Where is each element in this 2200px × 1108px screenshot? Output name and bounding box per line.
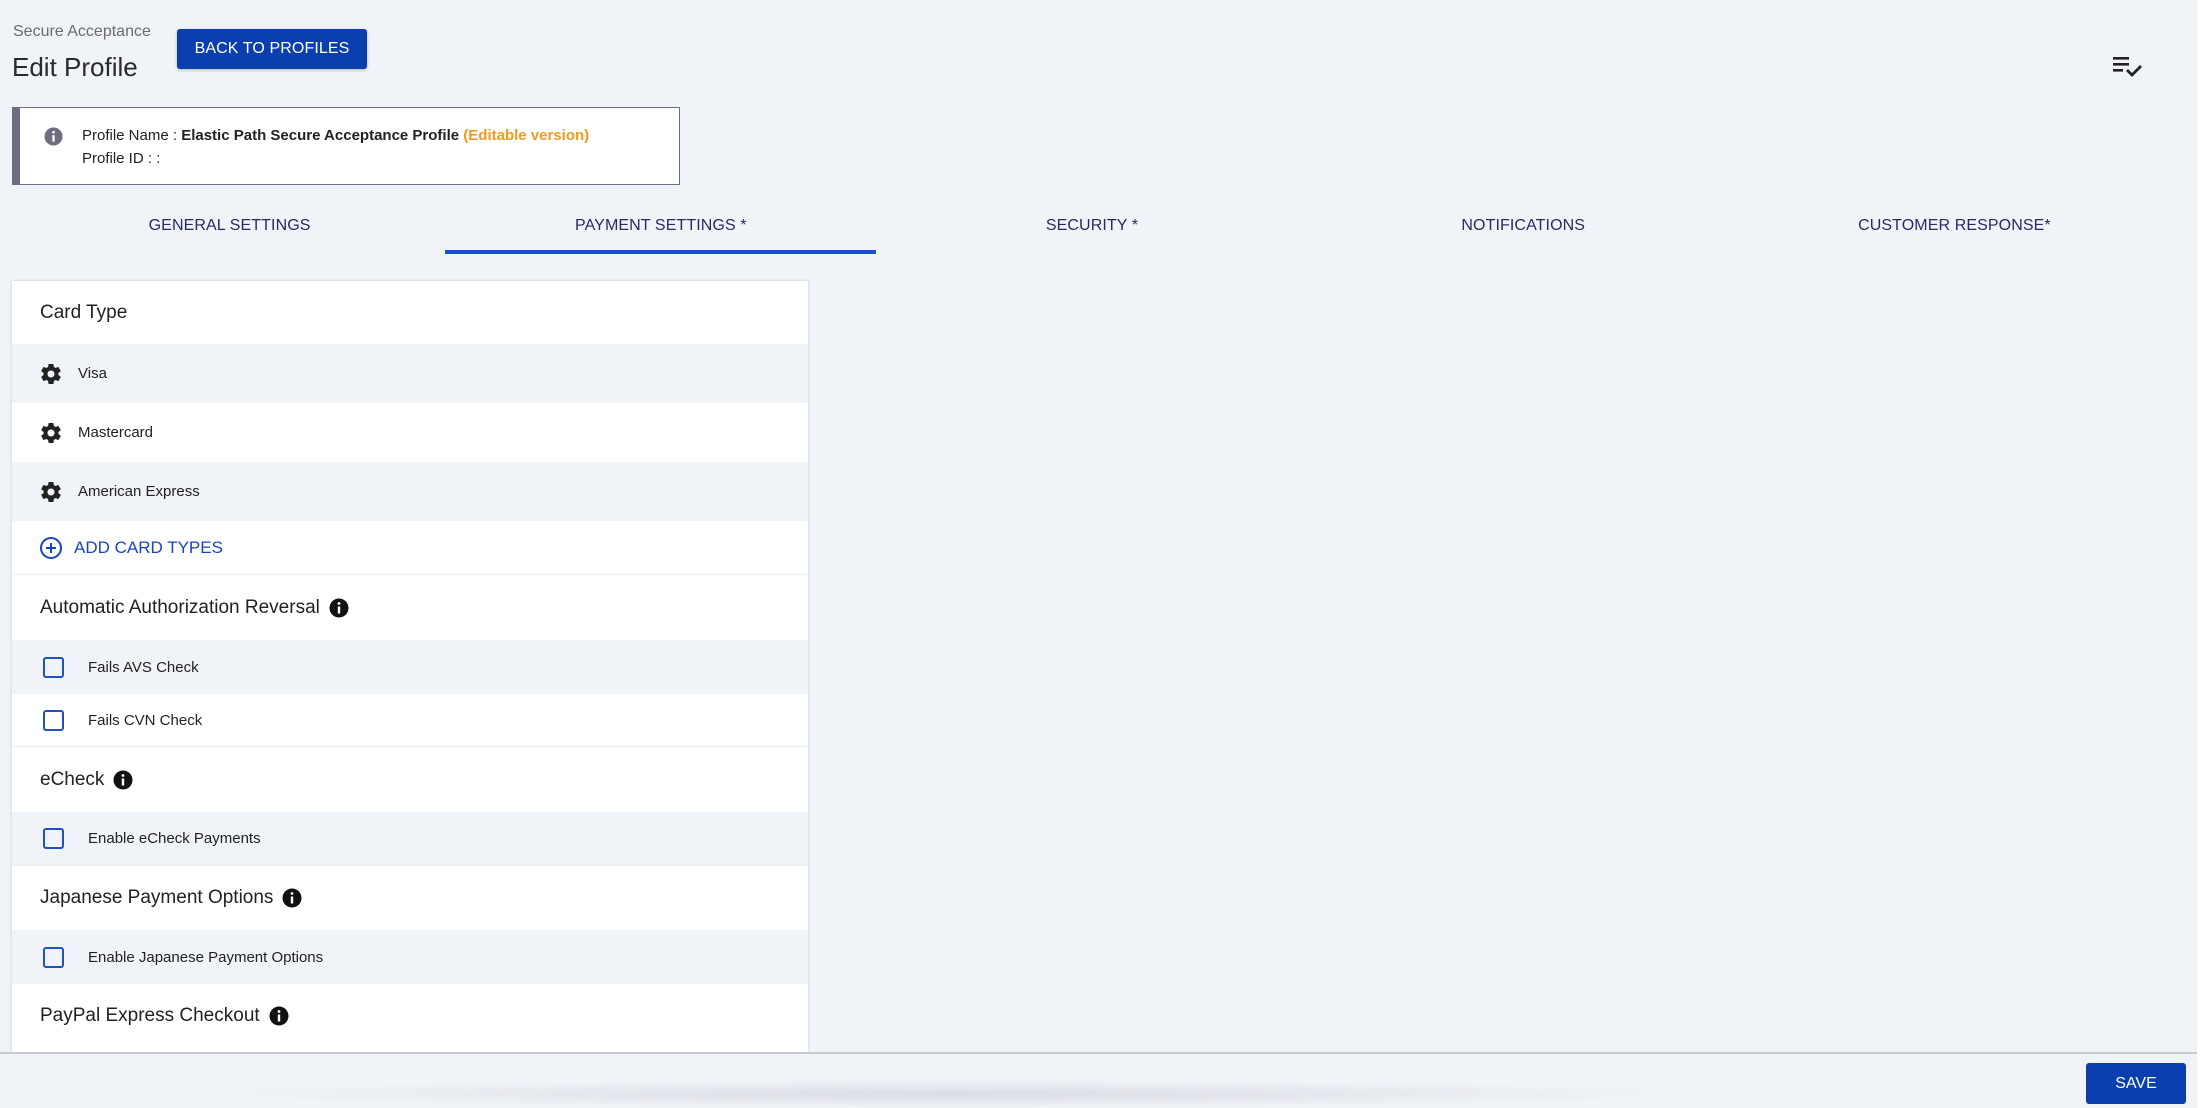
card-type-title: Card Type <box>40 301 128 323</box>
tab-general-settings[interactable]: GENERAL SETTINGS <box>14 200 445 256</box>
auto-auth-reversal-header: Automatic Authorization Reversal <box>12 575 808 640</box>
gear-icon[interactable] <box>39 362 63 386</box>
option-label: Enable eCheck Payments <box>88 830 261 847</box>
option-label: Fails CVN Check <box>88 711 203 729</box>
page-title: Edit Profile <box>12 52 138 82</box>
paypal-express-title: PayPal Express Checkout <box>40 1005 260 1026</box>
card-type-label: American Express <box>78 483 200 500</box>
profile-info-box: Profile Name : Elastic Path Secure Accep… <box>12 107 680 185</box>
info-icon[interactable] <box>282 888 302 908</box>
add-card-types-label: ADD CARD TYPES <box>74 537 223 557</box>
tab-bar: GENERAL SETTINGS PAYMENT SETTINGS * SECU… <box>14 200 2170 256</box>
add-circle-icon <box>40 536 62 559</box>
option-fails-avs-check: Fails AVS Check <box>12 640 808 694</box>
profile-id-value: : <box>156 150 161 167</box>
enable-japanese-checkbox[interactable] <box>43 946 64 968</box>
profile-id-line: Profile ID : : <box>82 150 160 167</box>
card-type-row-visa[interactable]: Visa <box>12 344 808 403</box>
card-type-section-header: Card Type <box>12 281 808 344</box>
option-enable-echeck: Enable eCheck Payments <box>12 812 808 866</box>
option-label: Fails AVS Check <box>88 658 199 676</box>
profile-name-line: Profile Name : Elastic Path Secure Accep… <box>82 127 589 144</box>
gear-icon[interactable] <box>39 480 63 504</box>
breadcrumb: Secure Acceptance <box>13 23 151 40</box>
japanese-payment-title: Japanese Payment Options <box>40 887 274 908</box>
card-type-label: Visa <box>78 365 107 382</box>
option-enable-japanese: Enable Japanese Payment Options <box>12 930 808 984</box>
option-label: Enable Japanese Payment Options <box>88 948 324 966</box>
info-icon[interactable] <box>269 1006 289 1026</box>
back-to-profiles-button[interactable]: BACK TO PROFILES <box>177 29 367 69</box>
enable-echeck-checkbox[interactable] <box>43 828 64 849</box>
card-type-row-mastercard[interactable]: Mastercard <box>12 403 808 462</box>
tab-security[interactable]: SECURITY * <box>876 200 1307 256</box>
option-fails-cvn-check: Fails CVN Check <box>12 694 808 747</box>
fails-cvn-check-checkbox[interactable] <box>43 709 64 731</box>
fails-avs-check-checkbox[interactable] <box>43 656 64 678</box>
card-type-row-amex[interactable]: American Express <box>12 462 808 521</box>
info-icon[interactable] <box>329 598 349 618</box>
gear-icon[interactable] <box>39 421 63 445</box>
profile-id-label: Profile ID : <box>82 150 157 167</box>
info-icon <box>44 127 63 146</box>
tab-payment-settings[interactable]: PAYMENT SETTINGS * <box>445 200 877 256</box>
paypal-express-header: PayPal Express Checkout <box>12 984 808 1048</box>
footer-shadow <box>200 1080 1700 1108</box>
japanese-payment-header: Japanese Payment Options <box>12 866 808 930</box>
echeck-title: eCheck <box>40 768 105 790</box>
profile-name-value: Elastic Path Secure Acceptance Profile <box>181 127 460 144</box>
add-card-types-button[interactable]: ADD CARD TYPES <box>12 521 808 575</box>
payment-settings-card: Card Type Visa Mastercard American Expre… <box>12 281 808 1052</box>
save-button[interactable]: SAVE <box>2086 1063 2186 1104</box>
profile-status: (Editable version) <box>459 127 590 144</box>
profile-name-label: Profile Name : <box>82 127 182 144</box>
playlist-check-icon[interactable] <box>2112 54 2144 78</box>
echeck-header: eCheck <box>12 747 808 812</box>
tab-customer-response[interactable]: CUSTOMER RESPONSE* <box>1739 200 2170 256</box>
auto-auth-reversal-title: Automatic Authorization Reversal <box>40 596 320 618</box>
info-icon[interactable] <box>113 770 133 790</box>
tab-notifications[interactable]: NOTIFICATIONS <box>1308 200 1739 256</box>
card-type-label: Mastercard <box>78 424 154 441</box>
